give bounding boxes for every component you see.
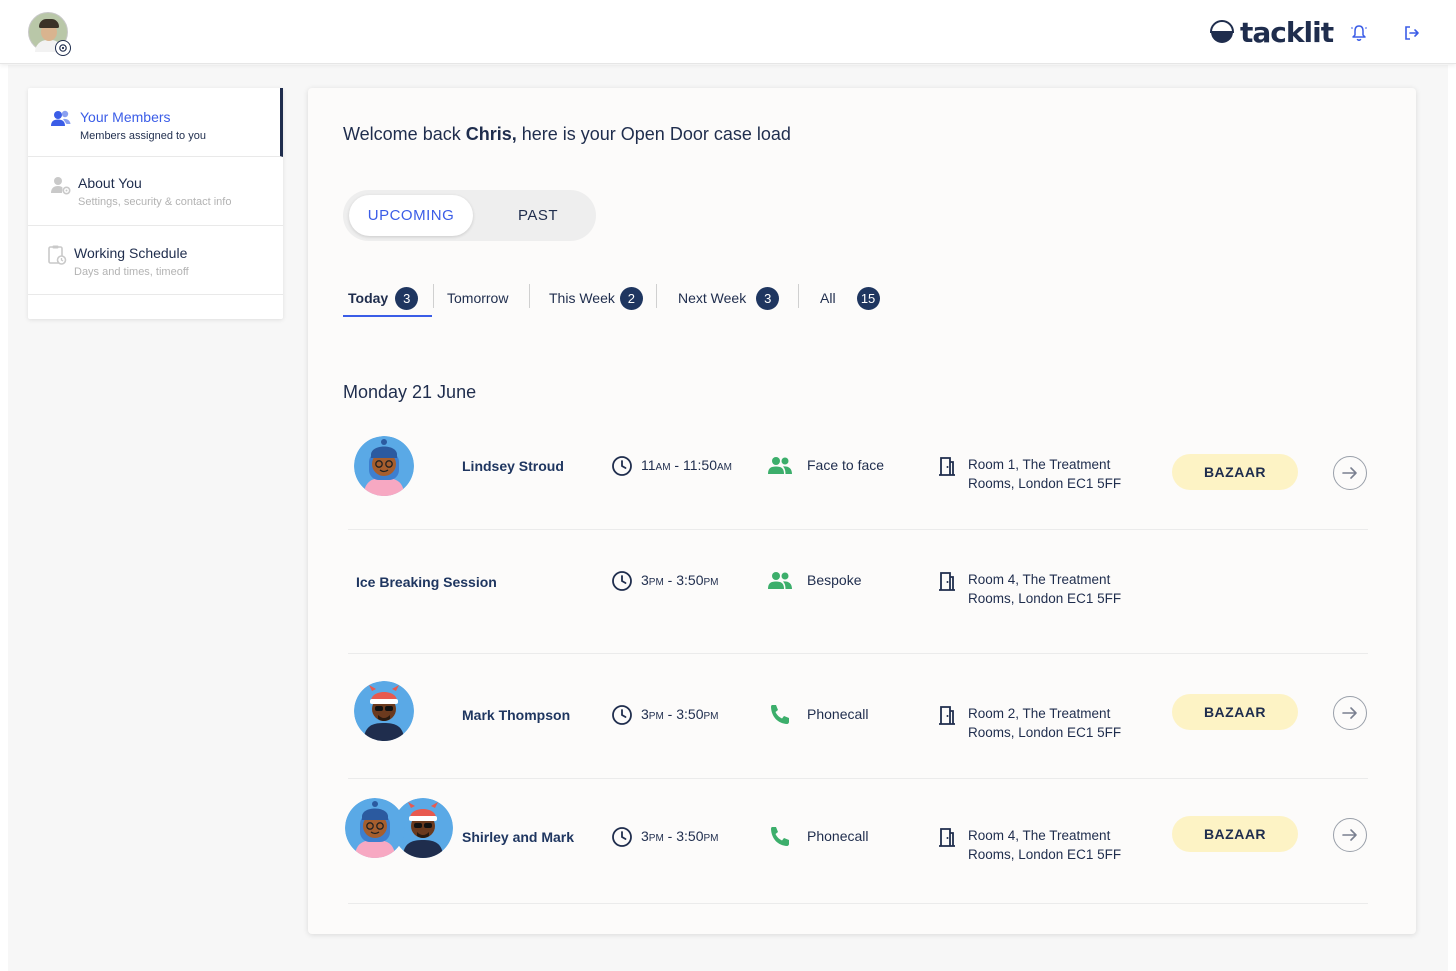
- member-avatar[interactable]: [354, 681, 414, 741]
- open-appointment-button[interactable]: [1333, 696, 1367, 730]
- group-tag-button[interactable]: BAZAAR: [1172, 694, 1298, 730]
- member-avatar[interactable]: [345, 798, 405, 858]
- member-name[interactable]: Lindsey Stroud: [462, 458, 564, 474]
- past-toggle-button[interactable]: PAST: [476, 195, 600, 236]
- appointment-time: 11AM - 11:50AM: [641, 457, 732, 473]
- user-settings-icon: [51, 177, 71, 195]
- appointment-row[interactable]: Shirley and Mark 3PM - 3:50PM Phonecall …: [345, 780, 1368, 904]
- door-icon: [939, 457, 955, 476]
- tab-next-week[interactable]: Next Week 3: [678, 278, 780, 318]
- open-appointment-button[interactable]: [1333, 818, 1367, 852]
- appointment-mode: Phonecall: [807, 828, 869, 844]
- members-icon: [51, 110, 71, 126]
- open-appointment-button[interactable]: [1333, 456, 1367, 490]
- group-icon: [768, 572, 792, 589]
- group-icon: [768, 457, 792, 474]
- clock-icon: [612, 827, 632, 847]
- tab-tomorrow[interactable]: Tomorrow: [447, 278, 508, 318]
- arrow-right-icon: [1342, 707, 1357, 719]
- sidebar-item-sublabel: Settings, security & contact info: [78, 196, 232, 208]
- appointment-location: Room 4, The Treatment Rooms, London EC1 5…: [968, 828, 1122, 862]
- tacklit-logo[interactable]: tacklit: [1210, 15, 1334, 49]
- phone-icon: [771, 705, 789, 724]
- appointment-row[interactable]: Lindsey Stroud 11AM - 11:50AM Face to fa…: [348, 406, 1368, 530]
- appointment-row[interactable]: Ice Breaking Session 3PM - 3:50PM Bespok…: [348, 530, 1368, 654]
- tab-all[interactable]: All 15: [820, 278, 880, 318]
- upcoming-past-toggle: UPCOMING PAST: [343, 190, 596, 241]
- sidebar-item-label: Your Members: [80, 109, 171, 125]
- group-tag-button[interactable]: BAZAAR: [1172, 454, 1298, 490]
- appointment-mode: Phonecall: [807, 706, 869, 722]
- appointment-location: Room 1, The Treatment Rooms, London EC1 5…: [968, 457, 1122, 491]
- appointment-time: 3PM - 3:50PM: [641, 828, 719, 844]
- group-tag-button[interactable]: BAZAAR: [1172, 816, 1298, 852]
- door-icon: [939, 572, 955, 591]
- brand-name: tacklit: [1240, 15, 1334, 49]
- upcoming-toggle-button[interactable]: UPCOMING: [349, 195, 473, 236]
- welcome-message: Welcome back Chris, here is your Open Do…: [343, 124, 791, 144]
- appointment-time: 3PM - 3:50PM: [641, 706, 719, 722]
- bell-icon[interactable]: [1350, 24, 1368, 42]
- appointment-mode: Bespoke: [807, 572, 862, 588]
- tab-today[interactable]: Today 3: [348, 278, 419, 318]
- appointment-time: 3PM - 3:50PM: [641, 572, 719, 588]
- sidebar-item-sublabel: Days and times, timeoff: [74, 266, 189, 278]
- tab-divider: [798, 284, 799, 308]
- count-badge: 3: [756, 286, 780, 310]
- phone-icon: [771, 827, 789, 846]
- sidebar: Your Members Members assigned to you Abo…: [28, 88, 283, 319]
- case-load-panel: Welcome back Chris, here is your Open Do…: [308, 88, 1416, 934]
- user-first-name: Chris,: [465, 124, 517, 144]
- count-badge: 3: [395, 286, 419, 310]
- clock-icon: [612, 456, 632, 476]
- sidebar-item-label: About You: [78, 175, 142, 191]
- appointment-location: Room 4, The Treatment Rooms, London EC1 5…: [968, 572, 1122, 606]
- arrow-right-icon: [1342, 829, 1357, 841]
- sidebar-item-your-members[interactable]: Your Members Members assigned to you: [28, 88, 283, 157]
- date-heading: Monday 21 June: [343, 382, 477, 402]
- tab-divider: [656, 284, 657, 308]
- member-avatar[interactable]: [354, 436, 414, 496]
- door-icon: [939, 828, 955, 847]
- settings-icon[interactable]: [55, 40, 71, 56]
- sidebar-item-sublabel: Members assigned to you: [80, 130, 206, 142]
- logo-mark-icon: [1210, 20, 1234, 43]
- appointment-location: Room 2, The Treatment Rooms, London EC1 5…: [968, 706, 1122, 740]
- logout-icon[interactable]: [1403, 24, 1421, 42]
- count-badge: 15: [856, 286, 880, 310]
- clock-icon: [612, 705, 632, 725]
- sidebar-item-working-schedule[interactable]: Working Schedule Days and times, timeoff: [28, 226, 283, 295]
- clipboard-clock-icon: [48, 245, 67, 265]
- member-name[interactable]: Mark Thompson: [462, 707, 570, 723]
- top-bar: tacklit: [0, 0, 1456, 64]
- door-icon: [939, 706, 955, 725]
- active-tab-indicator: [343, 315, 432, 317]
- tab-divider: [529, 284, 530, 308]
- member-name[interactable]: Shirley and Mark: [462, 829, 574, 845]
- arrow-right-icon: [1342, 467, 1357, 479]
- sidebar-item-label: Working Schedule: [74, 245, 188, 261]
- sidebar-item-about-you[interactable]: About You Settings, security & contact i…: [28, 157, 283, 226]
- appointment-mode: Face to face: [807, 457, 885, 473]
- session-name[interactable]: Ice Breaking Session: [356, 574, 497, 590]
- appointment-row[interactable]: Mark Thompson 3PM - 3:50PM Phonecall Roo…: [348, 655, 1368, 779]
- tab-this-week[interactable]: This Week 2: [549, 278, 643, 318]
- user-avatar[interactable]: [28, 12, 71, 56]
- clock-icon: [612, 571, 632, 591]
- tab-divider: [433, 284, 434, 308]
- count-badge: 2: [619, 286, 643, 310]
